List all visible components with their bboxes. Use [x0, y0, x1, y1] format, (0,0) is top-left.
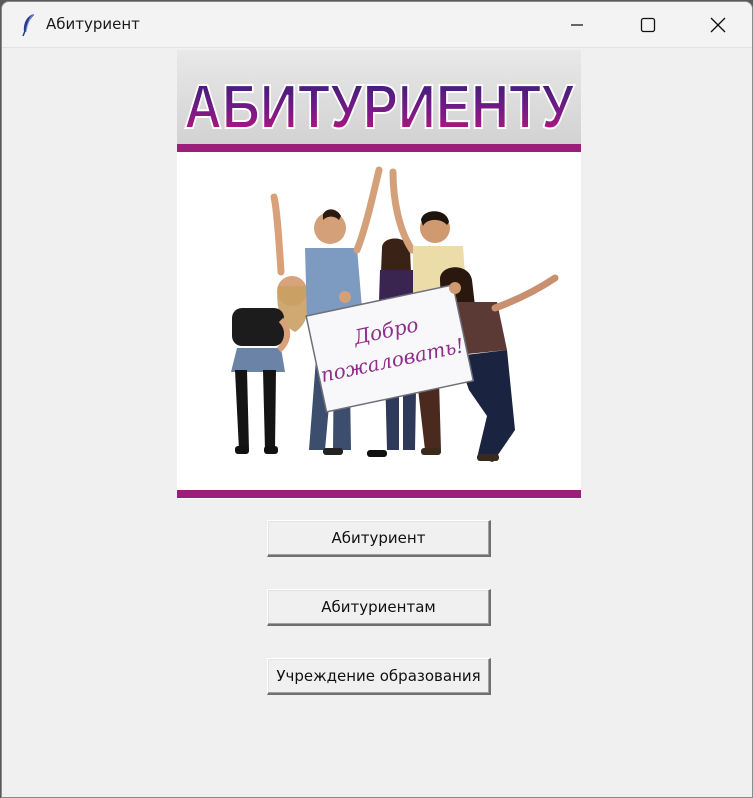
- feather-icon: [18, 13, 38, 37]
- welcome-banner-image: АБИТУРИЕНТУ Добро пожаловать!: [177, 50, 581, 499]
- applicant-button[interactable]: Абитуриент: [267, 520, 491, 557]
- close-icon: [710, 17, 726, 32]
- applicants-button[interactable]: Абитуриентам: [267, 589, 491, 626]
- close-button[interactable]: [683, 2, 752, 47]
- window-title: Абитуриент: [46, 15, 140, 33]
- maximize-icon: [640, 17, 656, 32]
- title-bar[interactable]: Абитуриент: [2, 2, 752, 48]
- minimize-button[interactable]: [542, 2, 612, 47]
- minimize-icon: [571, 23, 583, 26]
- app-window: Абитуриент АБИТУРИЕНТУ Добро пожаловать!…: [1, 1, 753, 798]
- banner-heading: АБИТУРИЕНТУ: [184, 73, 575, 142]
- maximize-button[interactable]: [613, 2, 683, 47]
- institution-button[interactable]: Учреждение образования: [267, 658, 491, 695]
